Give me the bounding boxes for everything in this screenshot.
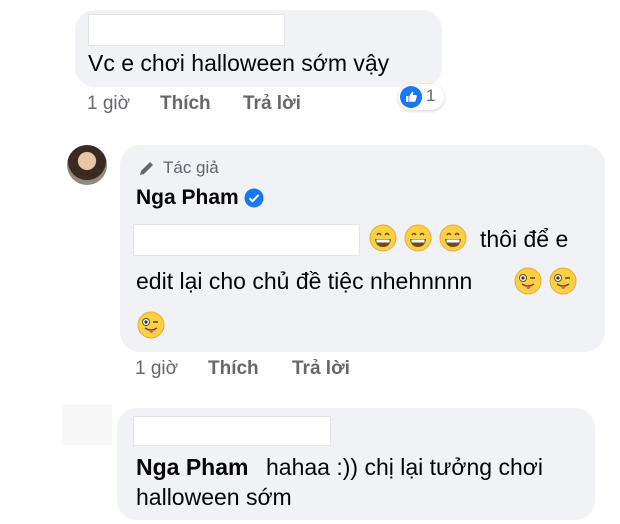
reply2-text-line2: halloween sớm — [136, 484, 292, 510]
comment-text: Vc e chơi halloween sớm vậy — [88, 50, 390, 76]
redacted-avatar — [62, 405, 112, 445]
reply2-text-line1: hahaa :)) chị lại tưởng chơi — [266, 454, 543, 480]
grinning-emoji-icon — [369, 224, 397, 252]
reply-text-line1: thôi để e — [480, 226, 569, 252]
verified-badge-icon — [244, 188, 264, 208]
reaction-count[interactable]: 1 — [398, 84, 444, 110]
redacted-author-name — [133, 416, 331, 446]
reply-author-name[interactable]: Nga Pham — [136, 186, 239, 210]
reply-reply-link[interactable]: Trả lời — [292, 358, 350, 380]
winking-tongue-emoji-icon — [137, 311, 165, 339]
reply2-mention[interactable]: Nga Pham — [136, 454, 248, 481]
pencil-icon — [140, 162, 153, 175]
redacted-mention — [133, 224, 360, 256]
avatar[interactable] — [67, 145, 107, 185]
grinning-emoji-icon — [439, 224, 467, 252]
author-badge: Tác giả — [163, 158, 219, 177]
like-link[interactable]: Thích — [160, 93, 211, 115]
reply-time[interactable]: 1 giờ — [135, 358, 178, 380]
grinning-emoji-icon — [404, 224, 432, 252]
reaction-count-text: 1 — [426, 86, 436, 105]
thumbs-up-icon — [400, 86, 422, 108]
reply-text-line2: edit lại cho chủ đề tiệc nhehnnnn — [136, 268, 473, 294]
redacted-author-name — [88, 14, 285, 46]
winking-tongue-emoji-icon — [549, 267, 577, 295]
reply-like-link[interactable]: Thích — [208, 358, 259, 380]
reply-link[interactable]: Trả lời — [243, 93, 301, 115]
winking-tongue-emoji-icon — [514, 267, 542, 295]
comment-time[interactable]: 1 giờ — [87, 93, 130, 115]
